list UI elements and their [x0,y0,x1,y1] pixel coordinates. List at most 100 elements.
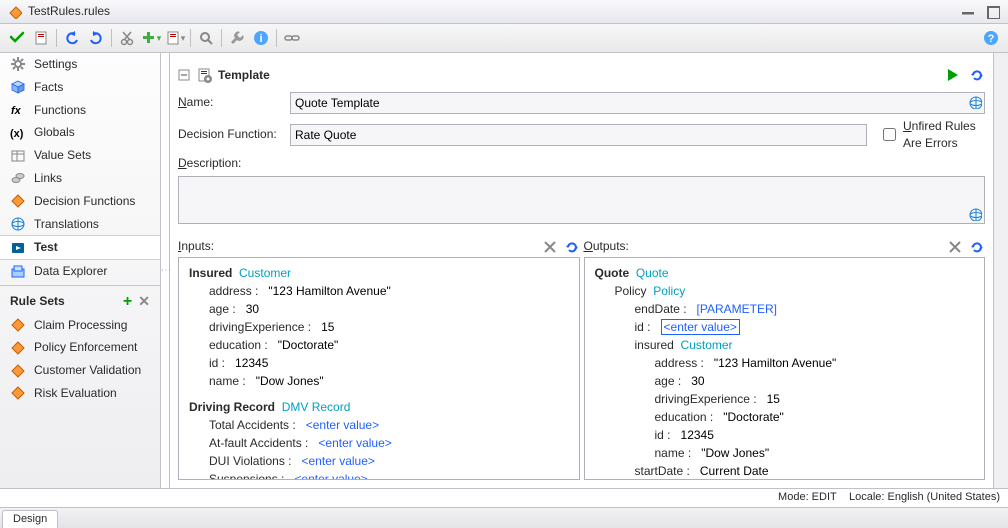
collapse-icon[interactable] [178,69,190,81]
ruleset-item[interactable]: Risk Evaluation [0,382,160,405]
globe-icon [10,216,26,232]
sidebar-item-label: Settings [34,56,77,73]
sidebar: Settings Facts Functions Globals Value S… [0,53,161,488]
inputs-label: Inputs: [178,238,214,255]
maximize-button[interactable] [986,5,1000,19]
ruleset-label: Claim Processing [34,317,127,334]
sidebar-item-facts[interactable]: Facts [0,76,160,99]
clear-inputs-button[interactable] [542,239,558,255]
app-icon [8,5,22,19]
ruleset-item[interactable]: Policy Enforcement [0,336,160,359]
window-title: TestRules.rules [28,3,110,20]
gear-icon [10,56,26,72]
sidebar-item-label: Test [34,239,58,256]
separator [276,29,277,47]
sidebar-item-value-sets[interactable]: Value Sets [0,144,160,167]
inputs-column: Inputs: Insured Customer address : "123 … [178,238,580,480]
tab-design[interactable]: Design [2,510,58,528]
decision-input[interactable] [290,124,867,146]
main-area: Settings Facts Functions Globals Value S… [0,53,1008,488]
separator [221,29,222,47]
paste-button[interactable]: ▾ [164,27,186,49]
ruleset-item[interactable]: Customer Validation [0,359,160,382]
template-icon [196,67,212,83]
outputs-label: Outputs: [584,238,629,255]
info-button[interactable] [250,27,272,49]
clear-outputs-button[interactable] [947,239,963,255]
link-icon [10,170,26,186]
sidebar-item-label: Functions [34,102,86,119]
fx-icon [10,102,26,118]
outputs-column: Outputs: Quote Quote Policy Policy endDa… [584,238,986,480]
sidebar-item-links[interactable]: Links [0,167,160,190]
refresh-inputs-button[interactable] [564,239,580,255]
add-button[interactable]: ▾ [140,27,162,49]
decision-label: Decision Function: [178,126,284,143]
cut-button[interactable] [116,27,138,49]
sidebar-item-decision-functions[interactable]: Decision Functions [0,190,160,213]
separator [190,29,191,47]
validate-button[interactable] [6,27,28,49]
template-form: Name: Decision Function: Unfired Rules A… [170,90,993,230]
inputs-tree[interactable]: Insured Customer address : "123 Hamilton… [178,257,580,480]
redo-button[interactable] [85,27,107,49]
status-locale: Locale: English (United States) [849,491,1000,503]
minimize-button[interactable] [960,5,974,19]
sidebar-item-label: Value Sets [34,147,91,164]
separator [56,29,57,47]
link-button[interactable] [281,27,303,49]
run-button[interactable] [945,67,961,83]
help-button[interactable] [980,27,1002,49]
sidebar-item-data-explorer[interactable]: Data Explorer [0,260,160,283]
name-input[interactable] [290,92,985,114]
vertical-scrollbar[interactable] [993,53,1008,488]
wrench-button[interactable] [226,27,248,49]
unfired-label: Unfired Rules Are Errors [903,118,985,152]
io-split: Inputs: Insured Customer address : "123 … [170,230,993,488]
main-toolbar: ▾ ▾ [0,24,1008,53]
diamond-icon [10,193,26,209]
sidebar-item-test[interactable]: Test [0,235,160,260]
diamond-icon [10,317,26,333]
window-titlebar: TestRules.rules [0,0,1008,24]
unfired-checkbox-input[interactable] [883,128,896,141]
save-button[interactable] [30,27,52,49]
sidebar-item-label: Globals [34,124,75,141]
refresh-button[interactable] [969,67,985,83]
sidebar-item-label: Data Explorer [34,263,107,280]
data-icon [10,264,26,280]
add-ruleset-button[interactable]: + [123,296,132,308]
diamond-icon [10,363,26,379]
value-sets-icon [10,148,26,164]
outputs-tree[interactable]: Quote Quote Policy Policy endDate : [PAR… [584,257,986,480]
find-button[interactable] [195,27,217,49]
left-grip[interactable]: ⋮ [161,53,170,488]
separator [111,29,112,47]
description-textarea[interactable] [178,176,985,224]
test-icon [10,240,26,256]
template-header: Template [170,53,993,90]
sidebar-item-label: Links [34,170,62,187]
delete-ruleset-button[interactable]: ✕ [138,292,150,312]
unfired-checkbox[interactable]: Unfired Rules Are Errors [879,118,985,152]
ruleset-label: Risk Evaluation [34,385,117,402]
ruleset-label: Customer Validation [34,362,141,379]
undo-button[interactable] [61,27,83,49]
diamond-icon [10,385,26,401]
template-title: Template [218,67,270,84]
sidebar-item-globals[interactable]: Globals [0,121,160,144]
name-label: Name: [178,94,284,111]
status-bar: Mode: EDIT Locale: English (United State… [0,488,1008,507]
content-area: Template Name: Decision Function: Unfire… [170,53,993,488]
sidebar-item-functions[interactable]: Functions [0,99,160,122]
globe-badge-icon[interactable] [968,95,982,109]
status-mode: Mode: EDIT [778,491,837,503]
globals-icon [10,125,26,141]
description-label: Description: [178,155,284,172]
sidebar-item-label: Facts [34,79,63,96]
sidebar-item-settings[interactable]: Settings [0,53,160,76]
ruleset-item[interactable]: Claim Processing [0,314,160,337]
globe-badge-icon[interactable] [968,207,982,221]
sidebar-item-translations[interactable]: Translations [0,213,160,236]
refresh-outputs-button[interactable] [969,239,985,255]
